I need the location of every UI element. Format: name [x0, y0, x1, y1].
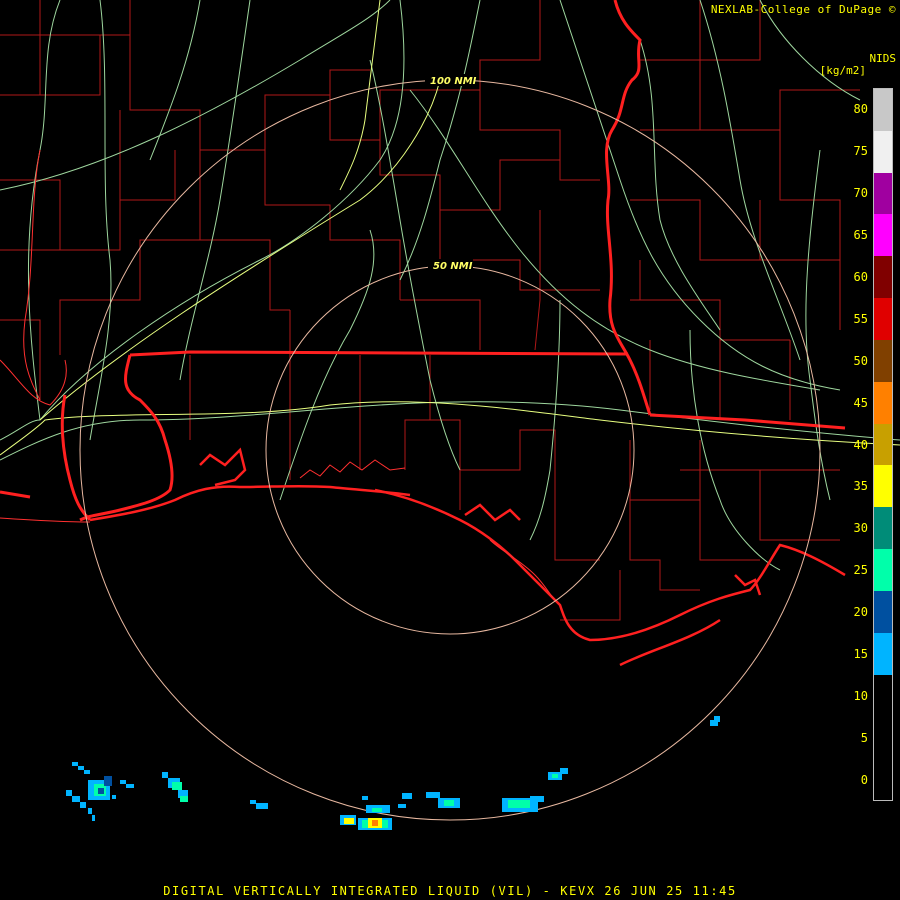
ring-label-100: 100 NMI	[430, 76, 477, 87]
color-scale-tick-label: 50	[853, 353, 868, 368]
ring-label-50: 50 NMI	[433, 261, 473, 272]
color-scale-segment	[874, 590, 892, 633]
color-scale-segment	[874, 632, 892, 675]
color-scale-segment	[874, 298, 892, 340]
color-scale-segment	[874, 758, 892, 801]
color-scale-tick-label: 40	[853, 437, 868, 452]
radar-map: 50 NMI 100 NMI	[0, 0, 900, 900]
units-label: [kg/m2]	[819, 64, 866, 77]
color-scale-tick-label: 60	[853, 269, 868, 284]
color-scale-ticks: 80 75 70 65 60 55 50 45 40 35 30 25 20 15 10 5 0	[840, 88, 870, 801]
product-code: NIDS	[869, 52, 897, 65]
product-title: DIGITAL VERTICALLY INTEGRATED LIQUID (VI…	[163, 884, 737, 898]
color-scale-segment	[874, 256, 892, 299]
color-scale-tick-label: 80	[853, 101, 868, 116]
color-scale-tick-label: 45	[853, 395, 868, 410]
color-scale-segment	[874, 507, 892, 550]
color-scale-tick-label: 0	[860, 773, 868, 788]
color-scale-tick-label: 15	[853, 647, 868, 662]
color-scale-tick-label: 10	[853, 689, 868, 704]
color-scale-segment	[874, 423, 892, 466]
color-scale-segment	[874, 465, 892, 508]
color-scale-tick-label: 35	[853, 479, 868, 494]
color-scale-segment	[874, 172, 892, 215]
color-scale-segment	[874, 89, 892, 131]
color-scale-bar	[873, 88, 893, 801]
color-scale-tick-label: 30	[853, 521, 868, 536]
color-scale-tick-label: 70	[853, 185, 868, 200]
color-scale-segment	[874, 130, 892, 173]
credit-label: NEXLAB-College of DuPage ©	[710, 3, 896, 16]
color-scale-tick-label: 5	[860, 731, 868, 746]
color-scale-tick-label: 55	[853, 311, 868, 326]
color-scale-segment	[874, 716, 892, 759]
color-scale-segment	[874, 339, 892, 382]
color-scale-segment	[874, 214, 892, 257]
color-scale-tick-label: 75	[853, 143, 868, 158]
color-scale-tick-label: 20	[853, 605, 868, 620]
color-scale-tick-label: 25	[853, 563, 868, 578]
color-scale-segment	[874, 381, 892, 424]
color-scale-segment	[874, 674, 892, 717]
color-scale-tick-label: 65	[853, 227, 868, 242]
color-scale-segment	[874, 549, 892, 591]
